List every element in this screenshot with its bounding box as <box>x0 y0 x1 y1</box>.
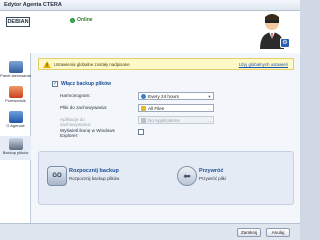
status-label: Online <box>77 17 93 23</box>
show-icon-checkbox[interactable] <box>138 129 144 135</box>
restore-button[interactable]: ⬅ Przywróć Przywróć pliki <box>173 162 291 196</box>
schedule-select[interactable]: Every 24 hours ▼ <box>138 92 214 100</box>
restore-desc: Przywróć pliki <box>199 176 226 181</box>
sidebar-item-backup[interactable]: Backup plików <box>0 136 31 160</box>
go-icon: GO <box>47 166 67 186</box>
more-icon: … <box>207 106 212 111</box>
apps-select[interactable]: No Applications … <box>138 116 214 124</box>
sidebar-item-label: O Agencie <box>6 123 25 128</box>
sidebar-item-label: Backup plików <box>2 150 29 155</box>
schedule-value: Every 24 hours <box>148 93 179 99</box>
sidebar-item-about[interactable]: O Agencie <box>0 111 31 129</box>
sidebar-item-dashboard[interactable]: Panel sterowania <box>0 61 31 79</box>
brand-logo: DEBIAN <box>6 17 30 27</box>
backup-icon <box>8 138 23 150</box>
enable-backup-row: ✓ Włącz backup plików <box>52 81 111 87</box>
apps-value: No Applications <box>148 117 180 123</box>
settings-gear-icon[interactable]: ⚙ <box>280 38 290 48</box>
apps-label: Aplikacje do zachowywania: <box>60 117 92 127</box>
header: DEBIAN Online ⚙ <box>0 11 300 53</box>
info-icon <box>8 111 23 123</box>
more-icon: … <box>207 118 212 123</box>
dashboard-icon <box>8 61 23 73</box>
footer: Zamknij Anuluj <box>0 223 300 240</box>
back-arrow-icon: ⬅ <box>177 166 197 186</box>
sidebar-item-label: Panel sterowania <box>0 73 31 78</box>
cancel-button[interactable]: Anuluj <box>266 228 290 237</box>
schedule-row: Harmonogram: <box>60 93 108 98</box>
start-backup-button[interactable]: GO Rozpocznij backup Rozpocznij backup p… <box>43 162 161 196</box>
clock-icon <box>141 93 146 99</box>
override-notice: Ustawienia globalne zostały nadpisane Uż… <box>38 58 294 70</box>
files-label: Pliki do zachowywania: <box>60 105 108 110</box>
connection-status: Online <box>70 17 93 23</box>
chevron-down-icon: ▼ <box>207 94 212 99</box>
restore-title: Przywróć <box>199 168 224 174</box>
start-backup-title: Rozpocznij backup <box>69 168 119 174</box>
show-icon-row: Wyświetl ikonę w Windows Explorer: <box>60 128 130 138</box>
use-global-settings-link[interactable]: Użyj globalnych ustawień <box>239 62 288 67</box>
online-status-icon <box>70 17 75 23</box>
schedule-label: Harmonogram: <box>60 93 91 98</box>
window-title: Edytor Agenta CTERA <box>4 2 62 8</box>
title-bar: Edytor Agenta CTERA <box>0 0 300 11</box>
sidebar-item-guide[interactable]: Przewodnik <box>0 86 31 104</box>
backup-settings: ✓ Włącz backup plików Harmonogram: Every… <box>52 78 262 148</box>
main-panel: Ustawienia globalne zostały nadpisane Uż… <box>31 53 300 223</box>
sidebar: Panel sterowania Przewodnik O Agencie Ba… <box>0 53 31 223</box>
actions-panel: GO Rozpocznij backup Rozpocznij backup p… <box>38 151 294 205</box>
show-icon-label: Wyświetl ikonę w Windows Explorer: <box>60 128 115 138</box>
sidebar-item-label: Przewodnik <box>5 98 26 103</box>
close-button[interactable]: Zamknij <box>237 228 261 237</box>
enable-backup-label: Włącz backup plików <box>61 81 112 87</box>
folder-icon <box>141 105 146 111</box>
warning-icon <box>43 61 51 68</box>
application-icon <box>141 117 146 123</box>
apps-row: Aplikacje do zachowywania: <box>60 117 108 127</box>
notice-text: Ustawienia globalne zostały nadpisane <box>54 62 130 67</box>
files-value: All Files <box>148 105 165 111</box>
enable-backup-checkbox[interactable]: ✓ <box>52 81 58 87</box>
start-backup-desc: Rozpocznij backup plików <box>69 176 120 181</box>
guide-icon <box>8 86 23 98</box>
files-row: Pliki do zachowywania: <box>60 105 108 110</box>
files-select[interactable]: All Files … <box>138 104 214 112</box>
